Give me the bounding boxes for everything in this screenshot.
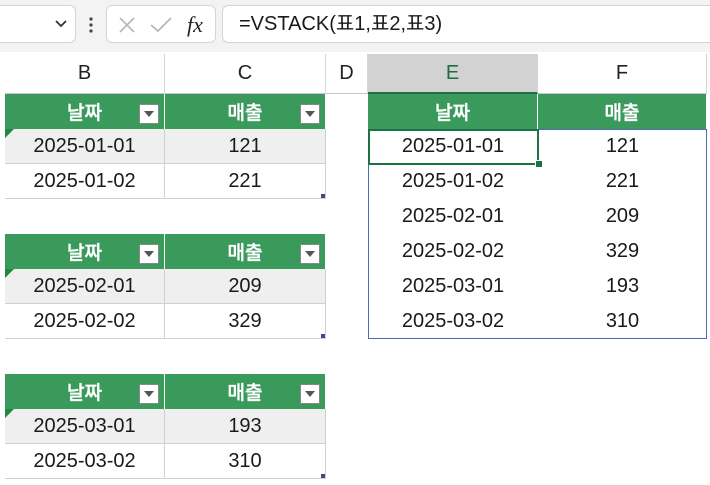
table2-filter-button-sales[interactable] bbox=[300, 244, 320, 264]
table3-header-date: 날짜 bbox=[5, 374, 165, 409]
table-resize-handle[interactable] bbox=[321, 334, 325, 338]
spill-cell[interactable]: 329 bbox=[538, 234, 707, 269]
table2-cell[interactable]: 2025-02-02 bbox=[5, 304, 165, 339]
spill-cell[interactable]: 221 bbox=[538, 164, 707, 199]
spill-header-sales: 매출 bbox=[538, 94, 707, 129]
table2-cell[interactable]: 329 bbox=[165, 304, 326, 339]
column-header-F[interactable]: F bbox=[538, 54, 707, 94]
table3-filter-button-sales[interactable] bbox=[300, 384, 320, 404]
chevron-down-icon[interactable] bbox=[54, 19, 68, 29]
fill-handle[interactable] bbox=[535, 160, 543, 168]
dropdown-arrow-icon bbox=[305, 251, 315, 257]
table1-header-sales: 매출 bbox=[165, 94, 326, 129]
table2-header-date: 날짜 bbox=[5, 234, 165, 269]
table3-cell[interactable]: 2025-03-02 bbox=[5, 444, 165, 479]
insert-function-button[interactable]: fx bbox=[187, 12, 203, 38]
column-header-D[interactable]: D bbox=[326, 54, 368, 94]
column-header-E[interactable]: E bbox=[368, 54, 538, 94]
table-resize-handle[interactable] bbox=[321, 194, 325, 198]
cancel-icon[interactable] bbox=[117, 17, 137, 33]
dropdown-arrow-icon bbox=[144, 111, 154, 117]
table3-filter-button-date[interactable] bbox=[139, 384, 159, 404]
spill-cell[interactable]: 2025-02-02 bbox=[368, 234, 538, 269]
dropdown-arrow-icon bbox=[144, 391, 154, 397]
table3-cell[interactable]: 310 bbox=[165, 444, 326, 479]
spill-cell[interactable]: 2025-03-02 bbox=[368, 304, 538, 339]
table2-cell[interactable]: 2025-02-01 bbox=[5, 269, 165, 304]
formula-bar: fx =VSTACK(표1,표2,표3) bbox=[0, 0, 710, 52]
dropdown-arrow-icon bbox=[305, 391, 315, 397]
table1-header-date: 날짜 bbox=[5, 94, 165, 129]
table2-header-sales: 매출 bbox=[165, 234, 326, 269]
table1-cell[interactable]: 221 bbox=[165, 164, 326, 199]
error-indicator-icon bbox=[5, 269, 14, 278]
table-resize-handle[interactable] bbox=[321, 474, 325, 478]
spill-cell[interactable]: 2025-01-01 bbox=[368, 129, 538, 164]
table1-cell[interactable]: 2025-01-02 bbox=[5, 164, 165, 199]
dropdown-arrow-icon bbox=[305, 111, 315, 117]
formula-input[interactable]: =VSTACK(표1,표2,표3) bbox=[222, 5, 710, 43]
spill-cell[interactable]: 121 bbox=[538, 129, 707, 164]
error-indicator-icon bbox=[5, 129, 14, 138]
more-options-icon[interactable] bbox=[88, 16, 94, 34]
table3-cell[interactable]: 193 bbox=[165, 409, 326, 444]
table2-cell[interactable]: 209 bbox=[165, 269, 326, 304]
dropdown-arrow-icon bbox=[144, 251, 154, 257]
column-header-C[interactable]: C bbox=[165, 54, 326, 94]
spill-cell[interactable]: 2025-03-01 bbox=[368, 269, 538, 304]
table3-cell[interactable]: 2025-03-01 bbox=[5, 409, 165, 444]
spill-cell[interactable]: 193 bbox=[538, 269, 707, 304]
spill-cell[interactable]: 310 bbox=[538, 304, 707, 339]
spill-cell[interactable]: 209 bbox=[538, 199, 707, 234]
spill-header-date: 날짜 bbox=[368, 94, 538, 129]
error-indicator-icon bbox=[5, 409, 14, 418]
formula-buttons: fx bbox=[106, 5, 216, 43]
name-box[interactable] bbox=[0, 5, 76, 43]
column-header-B[interactable]: B bbox=[5, 54, 165, 94]
spill-cell[interactable]: 2025-02-01 bbox=[368, 199, 538, 234]
table1-cell[interactable]: 2025-01-01 bbox=[5, 129, 165, 164]
table3-header-sales: 매출 bbox=[165, 374, 326, 409]
table1-filter-button-sales[interactable] bbox=[300, 104, 320, 124]
table1-filter-button-date[interactable] bbox=[139, 104, 159, 124]
table1-cell[interactable]: 121 bbox=[165, 129, 326, 164]
table2-filter-button-date[interactable] bbox=[139, 244, 159, 264]
check-icon[interactable] bbox=[149, 17, 173, 33]
spill-cell[interactable]: 2025-01-02 bbox=[368, 164, 538, 199]
